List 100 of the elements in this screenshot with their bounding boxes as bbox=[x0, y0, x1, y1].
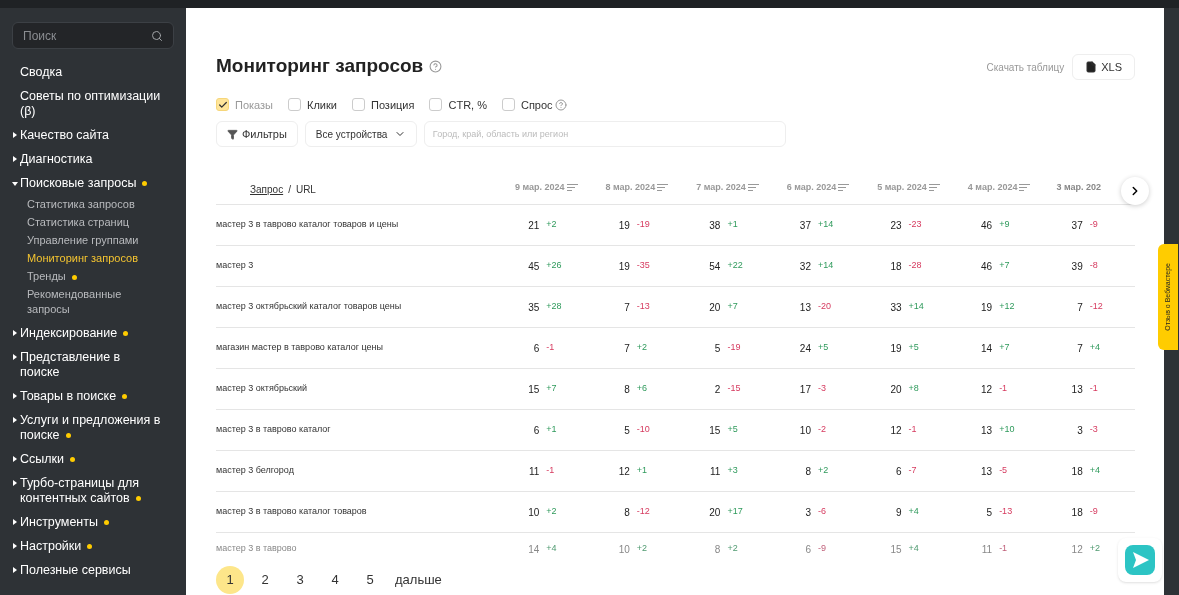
nav-item[interactable]: Полезные сервисы bbox=[12, 563, 174, 578]
nav-subitem[interactable]: Статистика страниц bbox=[27, 215, 150, 230]
count-cell-text: 19 bbox=[889, 341, 903, 356]
nav-item[interactable]: Индексирование bbox=[12, 326, 174, 341]
count-cell-text: 20 bbox=[889, 382, 903, 397]
checkbox[interactable] bbox=[501, 98, 515, 112]
count-cell-text: 20 bbox=[708, 505, 722, 520]
checkbox-label: Клики bbox=[307, 97, 337, 113]
page-link[interactable]: 1 bbox=[216, 566, 244, 594]
nav-item[interactable]: Сводка bbox=[12, 65, 174, 80]
count-cell-text: 19 bbox=[980, 300, 994, 315]
collapsed-arrow-icon bbox=[13, 480, 17, 486]
count-cell-text: 11 bbox=[709, 464, 722, 479]
delta-value: -1 bbox=[999, 542, 1008, 556]
nav-subitem[interactable]: Тренды bbox=[27, 269, 150, 284]
count-cell-text: 24 bbox=[798, 341, 812, 356]
count-cell-text: 5 bbox=[623, 423, 631, 438]
nav-item[interactable]: Ссылки bbox=[12, 452, 174, 467]
device-dropdown[interactable]: Все устройства bbox=[304, 121, 417, 147]
query-cell[interactable]: мастер 3 октябрьский bbox=[216, 382, 501, 396]
chat-button[interactable] bbox=[1118, 538, 1162, 582]
region-field[interactable]: Город, край, область или регион bbox=[423, 121, 786, 147]
delta-value: +1 bbox=[727, 218, 738, 232]
page-link[interactable]: дальше bbox=[391, 566, 446, 594]
delta-value: +5 bbox=[818, 341, 829, 355]
nav-subitem[interactable]: Управление группами bbox=[27, 233, 150, 248]
count-cell-text: 15 bbox=[708, 423, 722, 438]
page-link[interactable]: 3 bbox=[286, 566, 314, 594]
collapsed-arrow-icon bbox=[13, 132, 17, 138]
count-cell-text: 3 bbox=[1076, 423, 1084, 438]
nav-item[interactable]: Качество сайта bbox=[12, 128, 174, 143]
count-cell-text: 46 bbox=[980, 259, 994, 274]
nav-item[interactable]: Советы по оптимизации (β) bbox=[12, 89, 174, 119]
help-icon[interactable] bbox=[554, 98, 567, 111]
date-column-header[interactable]: 3 мар. 202 bbox=[1056, 180, 1101, 195]
nav-subitem[interactable]: Мониторинг запросов bbox=[27, 251, 150, 266]
query-cell[interactable]: мастер 3 в таврово каталог товаров и цены bbox=[216, 218, 501, 232]
checkbox[interactable] bbox=[216, 98, 229, 112]
nav-item[interactable]: Поисковые запросы bbox=[12, 176, 174, 191]
nav-item[interactable]: Товары в поиске bbox=[12, 389, 174, 404]
count-cell-text: 13 bbox=[980, 464, 994, 479]
download-label: Скачать таблицу bbox=[986, 60, 1065, 75]
query-cell[interactable]: мастер 3 в таврово каталог товаров bbox=[216, 505, 501, 519]
count-cell-text: 2 bbox=[713, 382, 722, 397]
checkbox[interactable] bbox=[351, 98, 365, 112]
query-cell[interactable]: мастер 3 в таврово bbox=[216, 542, 501, 556]
filters-button[interactable]: Фильтры bbox=[216, 121, 298, 147]
query-cell[interactable]: магазин мастер в таврово каталог цены bbox=[216, 341, 501, 355]
delta-value: -2 bbox=[818, 423, 826, 437]
nav-item[interactable]: Представление в поиске bbox=[12, 350, 174, 380]
nav-subitem[interactable]: Рекомендованные запросы bbox=[27, 287, 150, 317]
count-cell-text: 12 bbox=[889, 423, 903, 438]
count-cell-text: 11 bbox=[980, 542, 994, 557]
count-cell-text: 18 bbox=[1070, 464, 1084, 479]
query-header-link[interactable]: Запрос bbox=[250, 182, 284, 197]
xls-button[interactable]: XLS bbox=[1072, 54, 1135, 80]
page-link[interactable]: 2 bbox=[251, 566, 279, 594]
scroll-right-button[interactable] bbox=[1121, 177, 1149, 205]
count-cell-text: 5 bbox=[713, 341, 722, 356]
count-cell-text: 39 bbox=[1070, 259, 1084, 274]
help-icon[interactable] bbox=[429, 59, 443, 73]
query-cell[interactable]: мастер 3 октябрьский каталог товаров цены bbox=[216, 300, 501, 314]
query-cell[interactable]: мастер 3 белгород bbox=[216, 464, 501, 478]
collapsed-arrow-icon bbox=[13, 330, 17, 336]
page-link[interactable]: 5 bbox=[356, 566, 384, 594]
search-field[interactable]: Поиск bbox=[23, 26, 133, 45]
sort-icon bbox=[566, 184, 578, 191]
delta-value: -9 bbox=[1089, 505, 1098, 519]
nav-subitem[interactable]: Статистика запросов bbox=[27, 197, 150, 212]
nav-item[interactable]: Диагностика bbox=[12, 152, 174, 167]
nav-item[interactable]: Инструменты bbox=[12, 515, 174, 530]
delta-value: -1 bbox=[546, 341, 555, 355]
file-icon bbox=[1085, 61, 1098, 73]
count-cell-text: 19 bbox=[617, 259, 631, 274]
count-cell-text: 12 bbox=[1070, 542, 1084, 557]
checkbox[interactable] bbox=[429, 98, 443, 112]
count-cell-text: 7 bbox=[1076, 300, 1084, 315]
nav-item[interactable]: Услуги и предложения в поиске bbox=[12, 413, 174, 443]
query-cell[interactable]: мастер 3 в таврово каталог bbox=[216, 423, 501, 437]
search-box[interactable]: Поиск bbox=[12, 22, 174, 49]
delta-value: -12 bbox=[1089, 300, 1103, 314]
delta-value: +4 bbox=[908, 542, 919, 556]
delta-value: -13 bbox=[999, 505, 1013, 519]
count-cell-text: 17 bbox=[798, 382, 812, 397]
delta-value: +2 bbox=[546, 218, 557, 232]
count-cell-text: 54 bbox=[708, 259, 722, 274]
count-cell-text: 19 bbox=[617, 218, 631, 233]
query-cell[interactable]: мастер 3 bbox=[216, 259, 501, 273]
nav-item[interactable]: Турбо-страницы для контентных сайтов bbox=[12, 476, 174, 506]
nav-item[interactable]: Настройки bbox=[12, 539, 174, 554]
delta-value: +3 bbox=[727, 464, 738, 478]
delta-value: -23 bbox=[908, 218, 922, 232]
checkbox-label: Позиция bbox=[370, 97, 415, 113]
count-cell-text: 6 bbox=[895, 464, 903, 479]
checkbox-label: CTR, % bbox=[448, 97, 487, 113]
checkbox[interactable] bbox=[288, 98, 302, 112]
delta-value: -1 bbox=[908, 423, 917, 437]
header-separator: / bbox=[288, 183, 291, 197]
send-icon bbox=[1125, 545, 1155, 575]
page-link[interactable]: 4 bbox=[321, 566, 349, 594]
